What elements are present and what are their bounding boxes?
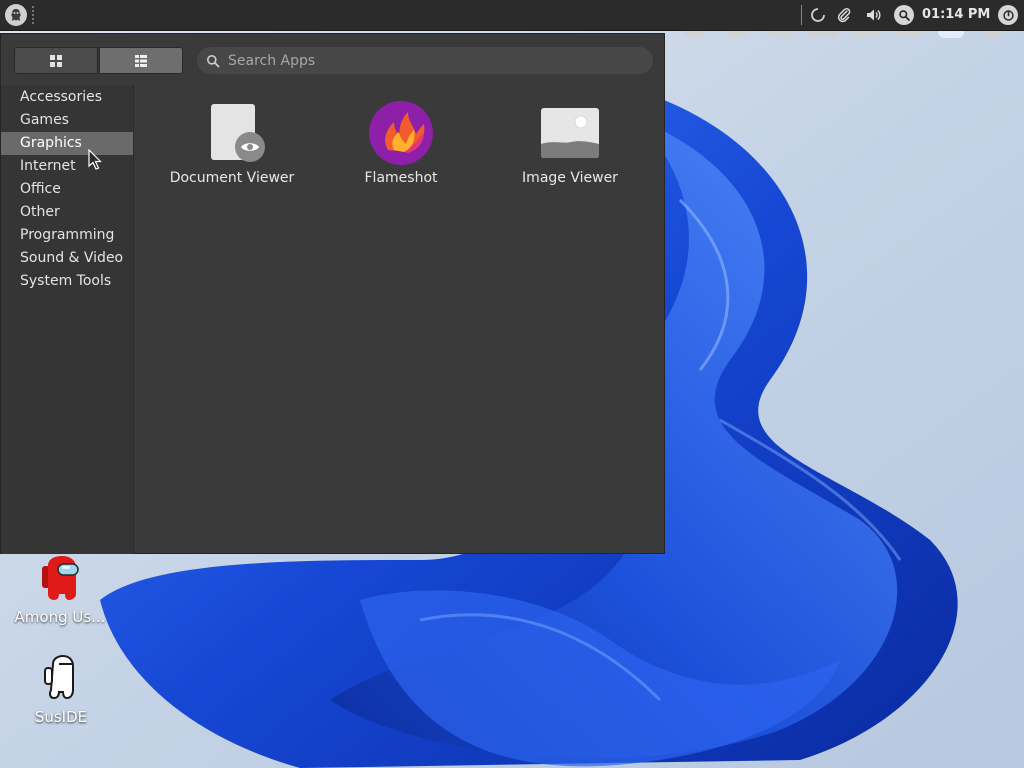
desktop-icon-label: Among Us... bbox=[14, 608, 106, 626]
category-internet[interactable]: Internet bbox=[1, 155, 133, 178]
app-document-viewer[interactable]: Document Viewer bbox=[147, 100, 317, 190]
paperclip-icon[interactable] bbox=[835, 6, 853, 24]
app-label: Document Viewer bbox=[169, 170, 295, 186]
search-box[interactable] bbox=[197, 47, 653, 74]
image-viewer-icon bbox=[541, 108, 599, 158]
grid-view-icon bbox=[50, 54, 62, 67]
app-label: Image Viewer bbox=[522, 170, 618, 186]
power-icon[interactable] bbox=[998, 5, 1018, 25]
search-icon[interactable] bbox=[894, 5, 914, 25]
app-flameshot[interactable]: Flameshot bbox=[316, 100, 486, 190]
view-toggle bbox=[14, 47, 183, 74]
app-grid: Document Viewer Flameshot Image Viewer bbox=[135, 85, 664, 554]
volume-icon[interactable] bbox=[864, 6, 882, 24]
tray-separator bbox=[801, 5, 802, 25]
mouse-cursor-icon bbox=[88, 149, 102, 170]
document-viewer-icon bbox=[211, 104, 265, 162]
app-label: Flameshot bbox=[364, 170, 438, 186]
menu-logo-icon[interactable] bbox=[5, 4, 27, 26]
category-programming[interactable]: Programming bbox=[1, 224, 133, 247]
list-view-button[interactable] bbox=[99, 47, 183, 74]
category-graphics[interactable]: Graphics bbox=[1, 132, 133, 155]
desktop-icon-suside[interactable]: SusIDE bbox=[6, 654, 116, 726]
desktop-icon-label: SusIDE bbox=[34, 708, 88, 726]
category-accessories[interactable]: Accessories bbox=[1, 86, 133, 109]
category-sound-video[interactable]: Sound & Video bbox=[1, 247, 133, 270]
panel-clock[interactable]: 01:14 PM bbox=[922, 6, 990, 24]
desktop-icon-among-us[interactable]: Among Us... bbox=[5, 554, 115, 626]
search-input[interactable] bbox=[226, 47, 653, 74]
loading-icon[interactable] bbox=[809, 6, 827, 24]
list-view-icon bbox=[135, 54, 147, 67]
panel-handle[interactable] bbox=[32, 6, 36, 24]
suside-icon bbox=[44, 654, 74, 700]
search-icon bbox=[207, 54, 220, 67]
category-system-tools[interactable]: System Tools bbox=[1, 270, 133, 293]
category-other[interactable]: Other bbox=[1, 201, 133, 224]
grid-view-button[interactable] bbox=[14, 47, 98, 74]
category-office[interactable]: Office bbox=[1, 178, 133, 201]
category-games[interactable]: Games bbox=[1, 109, 133, 132]
among-us-icon bbox=[42, 556, 79, 600]
top-panel: 01:14 PM bbox=[0, 0, 1024, 31]
category-list: Accessories Games Graphics Internet Offi… bbox=[1, 85, 134, 554]
flameshot-icon bbox=[369, 101, 433, 165]
app-image-viewer[interactable]: Image Viewer bbox=[485, 100, 655, 190]
application-menu: Accessories Games Graphics Internet Offi… bbox=[0, 33, 665, 554]
